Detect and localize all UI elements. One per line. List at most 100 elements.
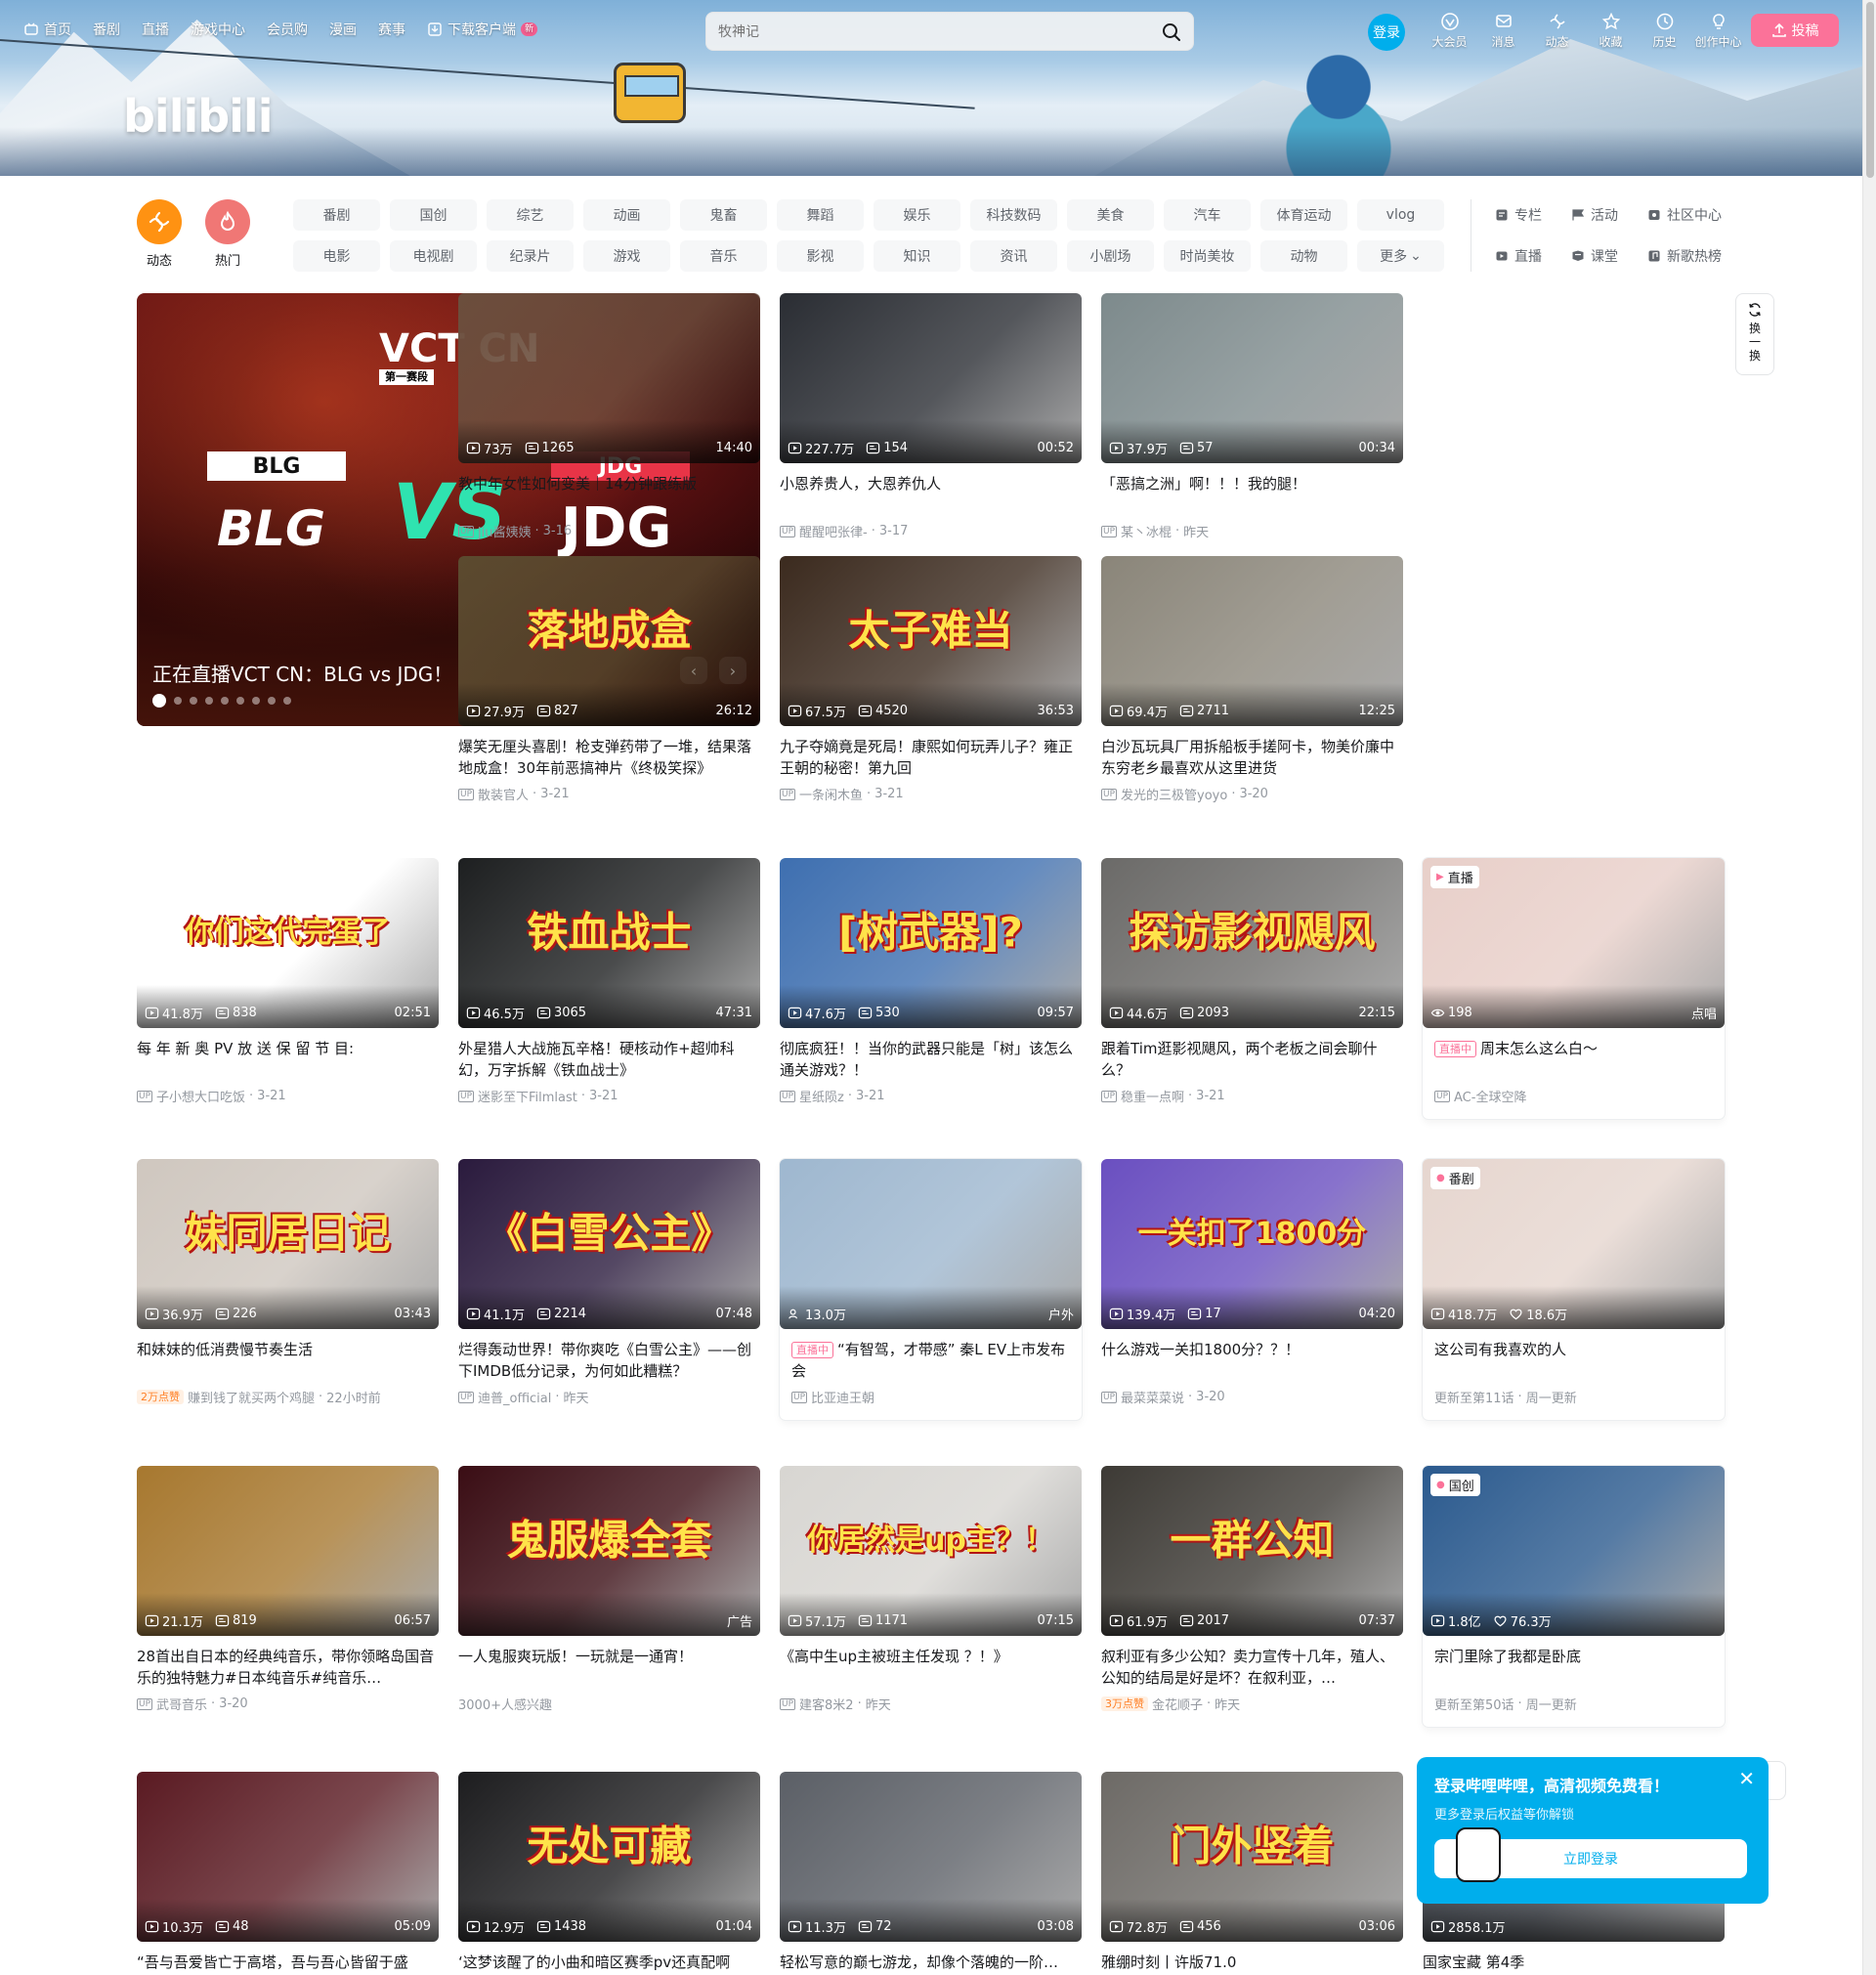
channel-hot[interactable]: 热门: [205, 199, 250, 269]
video-title[interactable]: 小恩养贵人，大恩养仇人: [780, 473, 1082, 516]
channel-more-button[interactable]: 更多 ⌄: [1357, 240, 1444, 272]
video-thumbnail[interactable]: 227.7万 154 00:52: [780, 293, 1082, 463]
video-title[interactable]: 彻底疯狂！！当你的武器只能是「树」该怎么通关游戏？！: [780, 1038, 1082, 1081]
video-card[interactable]: 铁血战士 46.5万 3065 47:31 外星猎人大战施瓦辛格！硬核动作+超帅科幻，万…: [458, 858, 760, 1105]
video-title[interactable]: 直播中 周末怎么这么白～: [1423, 1038, 1725, 1081]
author-name[interactable]: 迷影至下Filmlast: [478, 1087, 577, 1105]
video-thumbnail[interactable]: 无处可藏 12.9万 1438 01:04: [458, 1772, 760, 1942]
channel-tag[interactable]: 科技数码: [970, 199, 1057, 231]
video-thumbnail[interactable]: 鬼服爆全套 广告: [458, 1466, 760, 1636]
login-avatar-button[interactable]: 登录: [1368, 14, 1405, 51]
video-thumbnail[interactable]: 妹同居日记 36.9万 226 03:43: [137, 1159, 439, 1329]
video-thumbnail[interactable]: 你居然是up主？！ 57.1万 1171 07:15: [780, 1466, 1082, 1636]
video-thumbnail[interactable]: 13.0万 户外: [780, 1159, 1082, 1329]
carousel-dot[interactable]: [283, 697, 291, 705]
carousel-dot[interactable]: [190, 697, 197, 705]
video-title[interactable]: 外星猎人大战施瓦辛格！硬核动作+超帅科幻，万字拆解《铁血战士》: [458, 1038, 760, 1081]
video-card[interactable]: 13.0万 户外 直播中 “有智驾，才带感” 秦L EV上市发布会 UP 比亚迪王朝: [780, 1159, 1082, 1420]
author-name[interactable]: 星纸陨z: [799, 1087, 844, 1105]
video-thumbnail[interactable]: 一关扣了1800分 139.4万 17 04:20: [1101, 1159, 1403, 1329]
carousel-dot[interactable]: [221, 697, 229, 705]
video-thumbnail[interactable]: 落地成盒 27.9万 827 26:12: [458, 556, 760, 726]
carousel-dot[interactable]: [152, 694, 166, 708]
refresh-button[interactable]: 换一换: [1735, 293, 1774, 375]
author-name[interactable]: 一条闲木鱼: [799, 785, 863, 803]
channel-tag[interactable]: 纪录片: [487, 240, 574, 272]
video-title[interactable]: 轻松写意的巅七游龙，却像个落魄的一阶…: [780, 1952, 1082, 1975]
video-title[interactable]: 28首出自日本的经典纯音乐，带你领略岛国音乐的独特魅力#日本纯音乐#纯音乐…: [137, 1646, 439, 1689]
channel-tag[interactable]: 国创: [390, 199, 477, 231]
channel-tag[interactable]: 番剧: [293, 199, 380, 231]
video-title[interactable]: 教中年女性如何变美｜14分钟跟练版: [458, 473, 760, 516]
video-card[interactable]: 11.3万 72 03:08 轻松写意的巅七游龙，却像个落魄的一阶…: [780, 1772, 1082, 1975]
video-title[interactable]: 白沙瓦玩具厂用拆船板手搓阿卡，物美价廉中东穷老乡最喜欢从这里进货: [1101, 736, 1403, 779]
author-name[interactable]: jiu酱姨姨: [478, 522, 531, 540]
channel-extra-1[interactable]: 活动: [1571, 199, 1647, 231]
author-name[interactable]: 醒醒吧张律-: [799, 522, 868, 540]
channel-extra-0[interactable]: 专栏: [1495, 199, 1571, 231]
video-card[interactable]: [树武器]? 47.6万 530 09:57 彻底疯狂！！当你的武器只能是「树」该怎么通…: [780, 858, 1082, 1105]
scrollbar-thumb[interactable]: [1866, 2, 1874, 178]
video-title[interactable]: 「恶搞之洲」啊！！！我的腿！: [1101, 473, 1403, 516]
nav-item-0[interactable]: 首页: [23, 20, 71, 39]
author-name[interactable]: 最菜菜菜说: [1121, 1388, 1184, 1406]
author-name[interactable]: 发光的三极管yoyo: [1121, 785, 1227, 803]
video-thumbnail[interactable]: ● 番剧 418.7万 18.6万: [1423, 1159, 1725, 1329]
video-title[interactable]: “吾与吾爱皆亡于高塔，吾与吾心皆留于盛: [137, 1952, 439, 1975]
nav-item-5[interactable]: 漫画: [329, 20, 357, 39]
channel-tag[interactable]: 电视剧: [390, 240, 477, 272]
author-name[interactable]: 稳重一点啊: [1121, 1087, 1184, 1105]
channel-tag[interactable]: 游戏: [583, 240, 670, 272]
video-card[interactable]: ▶ 直播 198 点唱 直播中 周末怎么这么白～ UP AC-全球空降: [1423, 858, 1725, 1119]
channel-tag[interactable]: 汽车: [1164, 199, 1251, 231]
nav-item-7[interactable]: 下载客户端新: [427, 20, 538, 39]
video-card[interactable]: 69.4万 2711 12:25 白沙瓦玩具厂用拆船板手搓阿卡，物美价廉中东穷老乡最喜…: [1101, 556, 1403, 803]
video-card[interactable]: 10.3万 48 05:09 “吾与吾爱皆亡于高塔，吾与吾心皆留于盛: [137, 1772, 439, 1975]
author-name[interactable]: 迪普_official: [478, 1388, 551, 1406]
video-card[interactable]: 落地成盒 27.9万 827 26:12 爆笑无厘头喜剧！枪支弹药带了一堆，结果落地成盒…: [458, 556, 760, 803]
video-thumbnail[interactable]: 门外竖着 72.8万 456 03:06: [1101, 1772, 1403, 1942]
video-title[interactable]: 烂得轰动世界！带你爽吃《白雪公主》——创下IMDB低分记录，为何如此糟糕？: [458, 1339, 760, 1382]
video-title[interactable]: 爆笑无厘头喜剧！枪支弹药带了一堆，结果落地成盒！30年前恶搞神片《终极笑探》: [458, 736, 760, 779]
channel-dynamic[interactable]: 动态: [137, 199, 182, 269]
channel-extra-4[interactable]: 课堂: [1571, 240, 1647, 272]
video-title[interactable]: 宗门里除了我都是卧底: [1423, 1646, 1725, 1689]
carousel-dot[interactable]: [174, 697, 182, 705]
video-title[interactable]: 《高中生up主被班主任发现 ？！》: [780, 1646, 1082, 1689]
author-name[interactable]: 金花顺子: [1152, 1695, 1203, 1713]
video-card[interactable]: ● 国创 1.8亿 76.3万 宗门里除了我都是卧底 更新至第50话 · 周一更新: [1423, 1466, 1725, 1727]
video-card[interactable]: 探访影视飓风 44.6万 2093 22:15 跟着Tim逛影视飓风，两个老板之间会聊什…: [1101, 858, 1403, 1105]
carousel-title[interactable]: 正在直播VCT CN：BLG vs JDG！: [152, 659, 452, 687]
video-thumbnail[interactable]: 37.9万 57 00:34: [1101, 293, 1403, 463]
channel-extra-3[interactable]: 直播: [1495, 240, 1571, 272]
video-title[interactable]: 直播中 “有智驾，才带感” 秦L EV上市发布会: [780, 1339, 1082, 1382]
video-card[interactable]: ● 番剧 418.7万 18.6万 这公司有我喜欢的人 更新至第11话 · 周一更新: [1423, 1159, 1725, 1420]
channel-tag[interactable]: 音乐: [680, 240, 767, 272]
nav-right-item-5[interactable]: 创作中心: [1691, 12, 1745, 50]
video-thumbnail[interactable]: 你们这代完蛋了 41.8万 838 02:51: [137, 858, 439, 1028]
search-icon[interactable]: [1160, 21, 1183, 44]
close-icon[interactable]: ✕: [1738, 1769, 1755, 1788]
carousel-dot[interactable]: [205, 697, 213, 705]
author-name[interactable]: 某丶冰棍: [1121, 522, 1172, 540]
channel-tag[interactable]: 小剧场: [1067, 240, 1154, 272]
video-thumbnail[interactable]: [树武器]? 47.6万 530 09:57: [780, 858, 1082, 1028]
video-title[interactable]: 跟着Tim逛影视飓风，两个老板之间会聊什么？: [1101, 1038, 1403, 1081]
channel-tag[interactable]: 舞蹈: [777, 199, 864, 231]
video-title[interactable]: 这公司有我喜欢的人: [1423, 1339, 1725, 1382]
video-title[interactable]: 一人鬼服爽玩版！一玩就是一通宵！: [458, 1646, 760, 1689]
channel-extra-5[interactable]: 新歌热榜: [1647, 240, 1724, 272]
author-name[interactable]: 赚到钱了就买两个鸡腿: [188, 1388, 315, 1406]
channel-tag[interactable]: 综艺: [487, 199, 574, 231]
video-title[interactable]: 和妹妹的低消费慢节奏生活: [137, 1339, 439, 1382]
video-title[interactable]: ‘这梦该醒了的小曲和暗区赛季pv还真配啊: [458, 1952, 760, 1975]
video-title[interactable]: 雅绷时刻丨许版71.0: [1101, 1952, 1403, 1975]
video-card[interactable]: 37.9万 57 00:34 「恶搞之洲」啊！！！我的腿！ UP 某丶冰棍 · 昨天: [1101, 293, 1403, 540]
author-name[interactable]: AC-全球空降: [1454, 1087, 1526, 1105]
video-title[interactable]: 国家宝藏 第4季: [1423, 1952, 1725, 1975]
scrollbar[interactable]: [1862, 0, 1876, 1975]
channel-tag[interactable]: 鬼畜: [680, 199, 767, 231]
author-name[interactable]: 建客8米2: [799, 1695, 854, 1713]
author-name[interactable]: 武哥音乐: [156, 1695, 207, 1713]
nav-item-4[interactable]: 会员购: [267, 20, 308, 39]
